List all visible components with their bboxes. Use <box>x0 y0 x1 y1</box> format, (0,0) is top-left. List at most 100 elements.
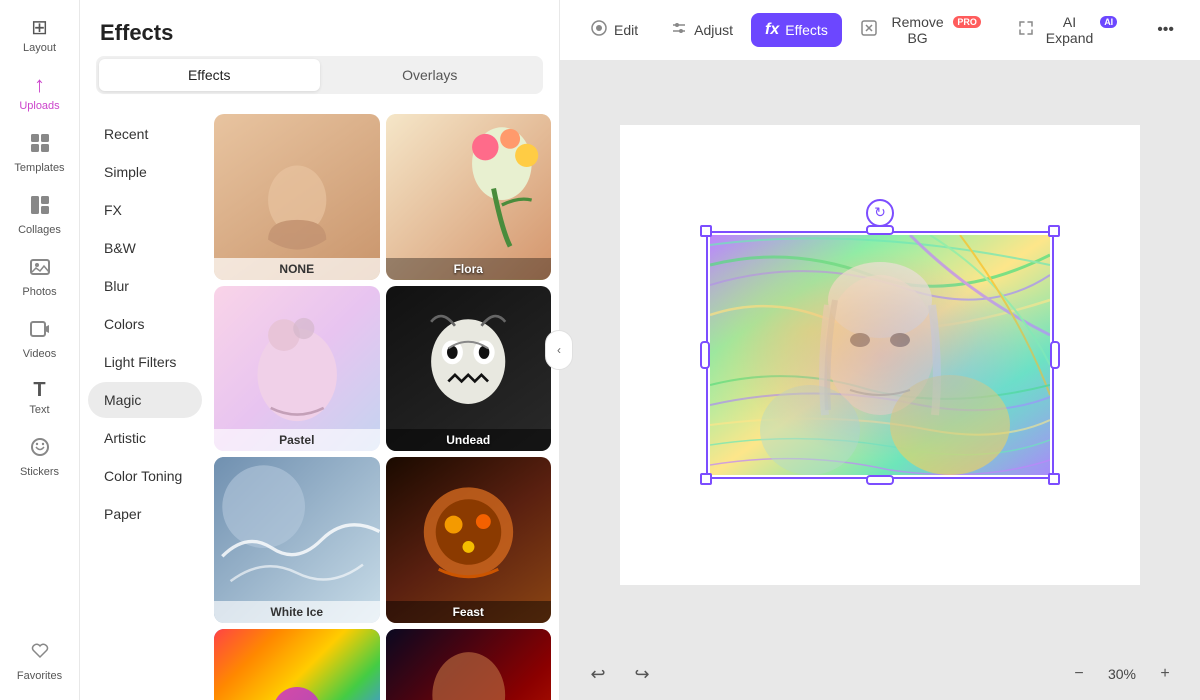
handle-bottom-right[interactable] <box>1048 473 1060 485</box>
layout-icon: ⊞ <box>31 18 48 38</box>
handle-middle-left[interactable] <box>700 341 710 369</box>
removebg-button[interactable]: Remove BG PRO <box>846 6 999 54</box>
more-options-button[interactable]: ••• <box>1147 13 1184 47</box>
effect-thumb-whiteice <box>214 457 380 623</box>
zoom-in-button[interactable]: + <box>1150 659 1180 689</box>
category-recent[interactable]: Recent <box>88 116 202 152</box>
sidebar-label-uploads: Uploads <box>19 100 59 112</box>
sidebar-label-videos: Videos <box>23 348 56 360</box>
effect-thumb-feast <box>386 457 552 623</box>
adjust-label: Adjust <box>694 22 733 38</box>
effect-label-whiteice: White Ice <box>214 601 380 623</box>
handle-top-left[interactable] <box>700 225 712 237</box>
effect-label-flora: Flora <box>386 258 552 280</box>
undo-redo-controls: ↩ ↪ <box>580 656 660 692</box>
sidebar-item-layout[interactable]: ⊞ Layout <box>5 10 75 62</box>
aiexpand-button[interactable]: AI Expand AI <box>1003 6 1135 54</box>
tab-overlays[interactable]: Overlays <box>320 59 541 91</box>
category-color-toning[interactable]: Color Toning <box>88 458 202 494</box>
handle-bottom-left[interactable] <box>700 473 712 485</box>
sidebar-item-templates[interactable]: Templates <box>5 124 75 182</box>
zoom-level: 30% <box>1102 666 1142 682</box>
category-simple[interactable]: Simple <box>88 154 202 190</box>
edit-button[interactable]: Edit <box>576 11 652 50</box>
effect-flora[interactable]: Flora <box>386 114 552 280</box>
more-icon: ••• <box>1157 21 1174 38</box>
uploads-icon: ↑ <box>34 74 45 96</box>
collapse-panel-button[interactable]: ‹ <box>545 330 573 370</box>
sidebar-item-text[interactable]: T Text <box>5 372 75 424</box>
effect-label-none: NONE <box>214 258 380 280</box>
category-bw[interactable]: B&W <box>88 230 202 266</box>
category-magic[interactable]: Magic <box>88 382 202 418</box>
sidebar-label-stickers: Stickers <box>20 466 59 478</box>
canvas-area: Edit Adjust fx Effects <box>560 0 1200 700</box>
adjust-icon <box>670 19 688 42</box>
removebg-icon <box>860 19 878 42</box>
category-artistic[interactable]: Artistic <box>88 420 202 456</box>
category-fx[interactable]: FX <box>88 192 202 228</box>
tab-effects[interactable]: Effects <box>99 59 320 91</box>
adjust-button[interactable]: Adjust <box>656 11 747 50</box>
effect-label-pastel: Pastel <box>214 429 380 451</box>
undo-button[interactable]: ↩ <box>580 656 616 692</box>
effect-thumb-undead <box>386 286 552 452</box>
effect-label-undead: Undead <box>386 429 552 451</box>
category-blur[interactable]: Blur <box>88 268 202 304</box>
sidebar-label-collages: Collages <box>18 224 61 236</box>
effect-thumb-rainbow <box>214 629 380 700</box>
effect-whiteice[interactable]: White Ice <box>214 457 380 623</box>
effects-tabs: Effects Overlays <box>96 56 543 94</box>
sidebar-item-videos[interactable]: Videos <box>5 310 75 368</box>
effects-button[interactable]: fx Effects <box>751 13 842 47</box>
effect-thumb-none <box>214 114 380 280</box>
effects-grid-container: NONE <box>210 106 559 700</box>
category-colors[interactable]: Colors <box>88 306 202 342</box>
effect-feast[interactable]: Feast <box>386 457 552 623</box>
panel-title: Effects <box>80 0 559 56</box>
image-selection[interactable]: ↻ <box>710 235 1050 475</box>
videos-icon <box>29 318 51 344</box>
sidebar-item-favorites[interactable]: Favorites <box>5 632 75 690</box>
sidebar-item-collages[interactable]: Collages <box>5 186 75 244</box>
collages-icon <box>29 194 51 220</box>
handle-top-middle[interactable] <box>866 225 894 235</box>
templates-icon <box>29 132 51 158</box>
effects-grid: NONE <box>214 114 551 700</box>
redo-button[interactable]: ↪ <box>624 656 660 692</box>
handle-bottom-middle[interactable] <box>866 475 894 485</box>
zoom-out-button[interactable]: − <box>1064 659 1094 689</box>
effect-label-feast: Feast <box>386 601 552 623</box>
edit-label: Edit <box>614 22 638 38</box>
category-paper[interactable]: Paper <box>88 496 202 532</box>
sidebar-item-photos[interactable]: Photos <box>5 248 75 306</box>
effect-undead[interactable]: Undead <box>386 286 552 452</box>
sidebar-label-photos: Photos <box>22 286 56 298</box>
effect-pastel[interactable]: Pastel <box>214 286 380 452</box>
handle-middle-right[interactable] <box>1050 341 1060 369</box>
favorites-icon <box>29 640 51 666</box>
effect-none[interactable]: NONE <box>214 114 380 280</box>
sidebar-label-text: Text <box>29 404 49 416</box>
effects-categories: Recent Simple FX B&W Blur Colors Light F… <box>80 106 210 700</box>
top-toolbar: Edit Adjust fx Effects <box>560 0 1200 61</box>
effects-icon: fx <box>765 21 779 39</box>
edit-icon <box>590 19 608 42</box>
sidebar-item-stickers[interactable]: Stickers <box>5 428 75 486</box>
effect-thumb-badlands <box>386 629 552 700</box>
effect-rainbow[interactable]: Rainbow <box>214 629 380 700</box>
bottom-toolbar: ↩ ↪ − 30% + <box>560 648 1200 700</box>
aiexpand-label: AI Expand <box>1041 14 1098 46</box>
photos-icon <box>29 256 51 282</box>
sidebar: ⊞ Layout ↑ Uploads Templates Collages <box>0 0 80 700</box>
effect-thumb-pastel <box>214 286 380 452</box>
sidebar-label-favorites: Favorites <box>17 670 62 682</box>
category-light-filters[interactable]: Light Filters <box>88 344 202 380</box>
aiexpand-icon <box>1017 19 1035 42</box>
effect-badlands[interactable]: Badlands <box>386 629 552 700</box>
handle-top-right[interactable] <box>1048 225 1060 237</box>
sidebar-item-uploads[interactable]: ↑ Uploads <box>5 66 75 120</box>
rotate-handle[interactable]: ↻ <box>866 199 894 227</box>
effects-label: Effects <box>785 22 828 38</box>
effect-thumb-flora <box>386 114 552 280</box>
